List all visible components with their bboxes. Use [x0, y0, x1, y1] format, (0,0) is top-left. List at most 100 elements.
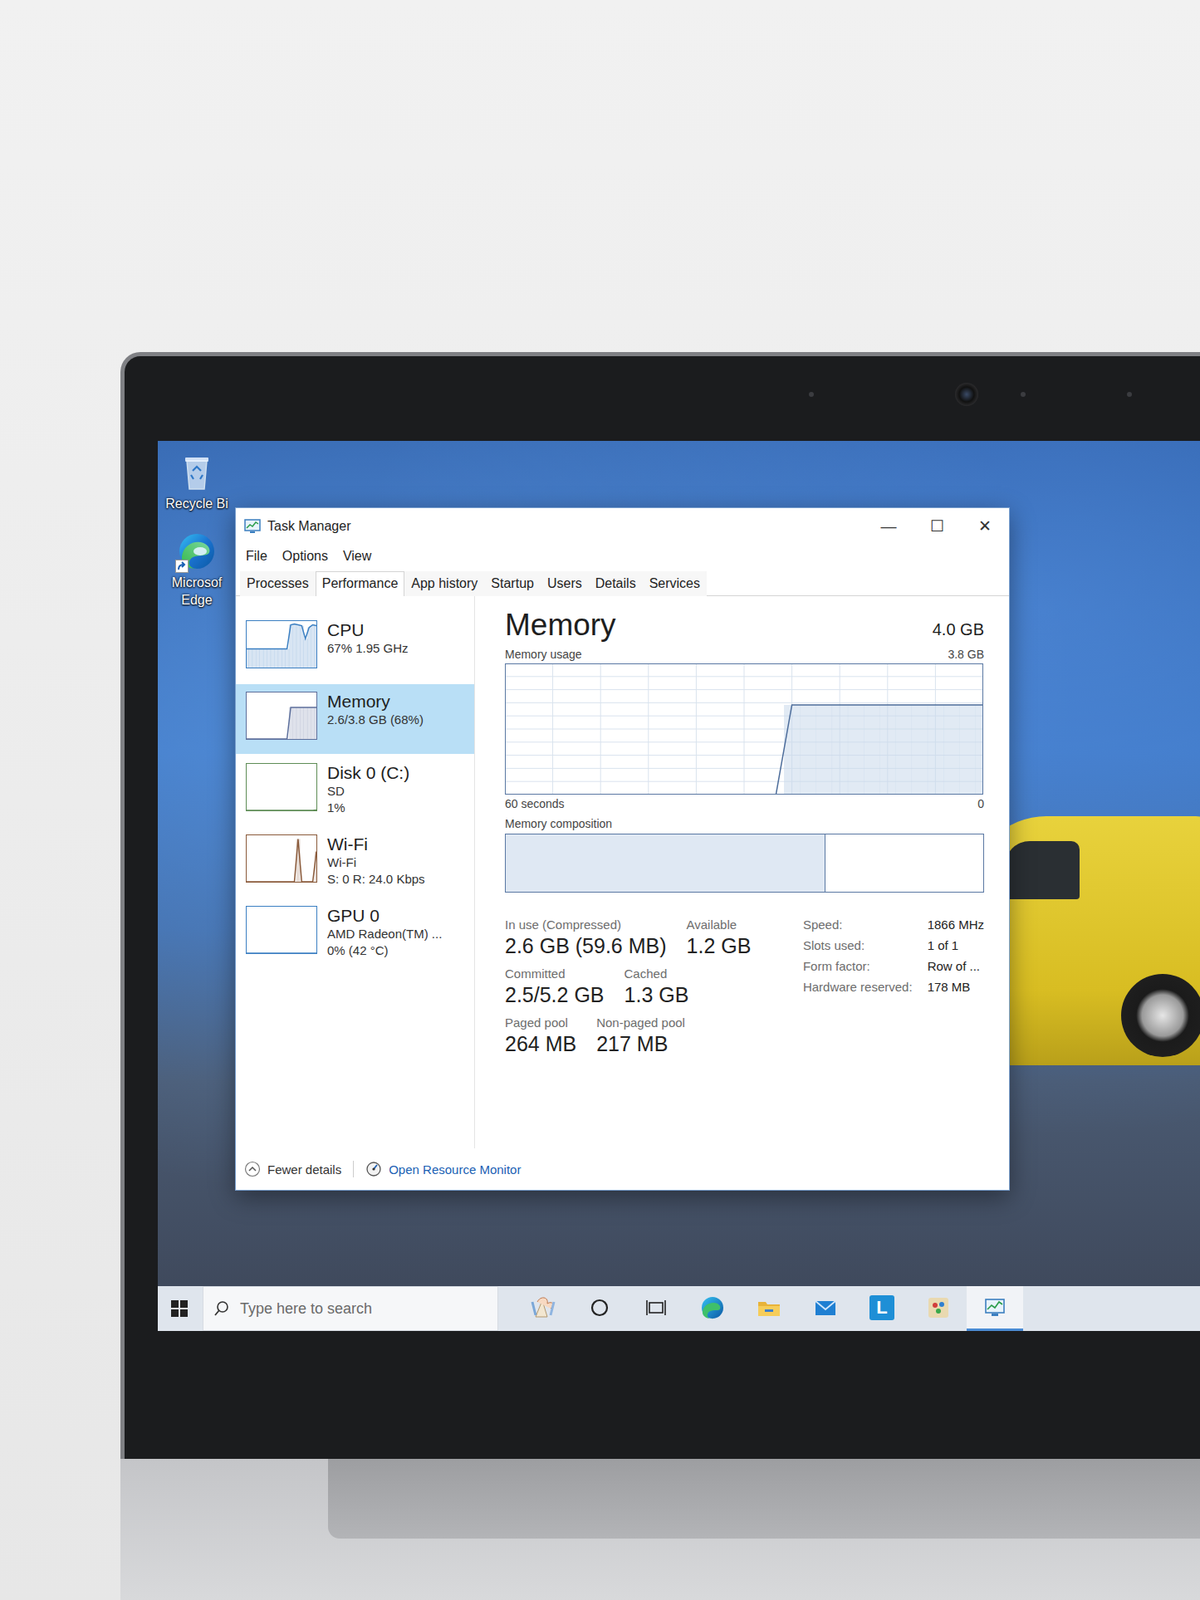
tab[interactable]: App history — [404, 571, 485, 597]
chevron-up-icon[interactable] — [244, 1160, 261, 1178]
separator — [352, 1160, 354, 1178]
stats-row: In use (Compressed) 2.6 GB (59.6 MB) Avail… — [504, 917, 751, 959]
desktop-label-line: Microsof — [171, 574, 222, 593]
thumbnail-point — [307, 627, 312, 668]
maximize-button[interactable]: ☐ — [912, 508, 961, 544]
paint-icon — [924, 1293, 953, 1323]
task-manager-icon — [244, 519, 261, 534]
thumbnail-point — [303, 638, 309, 668]
detail-value: 1 of 1 — [927, 938, 985, 953]
screen: Recycle BiMicrosofEdgeTask Manager—☐✕Fil… — [157, 440, 1200, 1332]
detail-value: 1866 MHz — [927, 917, 985, 932]
tab[interactable]: Startup — [484, 571, 541, 597]
sidebar-item[interactable]: CPU67% 1.95 GHz — [235, 612, 475, 683]
usage-point — [895, 705, 912, 795]
stat-value: 264 MB — [504, 1032, 577, 1057]
desktop-label-line: Edge — [181, 592, 212, 610]
stat-label: Cached — [624, 966, 690, 981]
recycle-bin-holder — [176, 452, 217, 493]
desktop-label-line: Recycle Bi — [165, 495, 229, 514]
tab[interactable]: Users — [540, 571, 589, 597]
sidebar-item[interactable]: Disk 0 (C:)SD1% — [235, 755, 475, 826]
task-manager-window: Task Manager—☐✕FileOptionsViewProcessesP… — [235, 507, 1010, 1191]
detail-label: Hardware reserved: — [803, 979, 913, 995]
series-line — [246, 809, 317, 812]
edge-holder — [176, 531, 217, 572]
usage-point — [863, 705, 881, 795]
stats-row: Committed2.5/5.2 GBCached1.3 GB — [504, 966, 751, 1008]
memory-title: Memory — [504, 607, 617, 643]
sidebar-item-name: Wi-Fi — [327, 834, 426, 855]
start-button[interactable] — [157, 1286, 201, 1332]
usage-point — [815, 705, 833, 795]
menu-item[interactable]: Options — [275, 546, 335, 567]
sidebar-item[interactable]: Memory2.6/3.8 GB (68%) — [235, 684, 475, 755]
taskbar-app[interactable] — [627, 1286, 685, 1332]
stat-label: Paged pool — [504, 1015, 577, 1030]
search-highlight-icon — [528, 1293, 558, 1323]
thumbnail-point — [252, 649, 257, 668]
sidebar-item-detail: AMD Radeon(TM) ... — [327, 925, 442, 943]
usage-point — [879, 705, 897, 795]
sensor-dot — [1020, 391, 1026, 397]
sidebar-item-name: CPU — [327, 620, 409, 641]
sidebar-item[interactable]: GPU 0AMD Radeon(TM) ...0% (42 °C) — [235, 898, 475, 969]
usage-point — [783, 705, 801, 795]
grid-line — [504, 689, 984, 691]
series-line — [246, 707, 317, 740]
usage-label: Memory usage — [504, 647, 583, 662]
taskbar-app[interactable] — [740, 1286, 798, 1332]
minimize-button[interactable]: — — [864, 508, 913, 544]
thumbnail-point — [270, 649, 275, 668]
tab[interactable]: Performance — [315, 571, 406, 597]
stat-label: Available — [686, 917, 752, 932]
taskbar-app[interactable] — [797, 1286, 854, 1332]
desktop-icon-label: Recycle Bi — [165, 495, 229, 514]
composition-bar — [504, 833, 985, 893]
sidebar-item-text: Disk 0 (C:)SD1% — [327, 763, 410, 816]
stat-label: In use (Compressed) — [504, 917, 667, 932]
search-input[interactable] — [238, 1299, 498, 1319]
resource-monitor-link[interactable]: Open Resource Monitor — [388, 1162, 521, 1177]
detail-label: Speed: — [803, 917, 913, 932]
resource-sidebar: CPU67% 1.95 GHzMemory2.6/3.8 GB (68%) Dis… — [235, 596, 476, 1149]
resource-monitor-icon[interactable] — [365, 1160, 383, 1178]
desktop-icon[interactable]: Recycle Bi — [165, 452, 229, 514]
thumbnail-point — [296, 707, 301, 740]
stat-value: 2.6 GB (59.6 MB) — [504, 934, 667, 959]
stat: In use (Compressed) 2.6 GB (59.6 MB) — [504, 917, 667, 959]
desktop-icon[interactable]: MicrosofEdge — [171, 531, 222, 610]
taskbar-app[interactable] — [684, 1286, 741, 1332]
thumbnail-point — [278, 649, 283, 668]
tab[interactable]: Details — [588, 571, 643, 597]
hinge — [328, 1459, 1200, 1539]
usage-point — [959, 705, 976, 795]
taskbar-app[interactable]: L — [853, 1286, 911, 1332]
thumbnail-point — [314, 626, 318, 668]
usage-point — [911, 705, 929, 795]
tab[interactable]: Services — [642, 571, 707, 597]
menu-item[interactable]: View — [336, 546, 378, 567]
close-button[interactable]: ✕ — [960, 508, 1009, 544]
taskbar-search[interactable] — [202, 1286, 499, 1332]
resource-thumbnail-graph — [245, 906, 318, 955]
sidebar-item-text: Wi-FiWi-FiS: 0 R: 24.0 Kbps — [327, 834, 426, 887]
taskbar-app[interactable] — [966, 1286, 1024, 1332]
stat-value: 1.3 GB — [624, 983, 690, 1008]
tab[interactable]: Processes — [240, 571, 316, 597]
taskbar-app[interactable] — [571, 1286, 628, 1332]
sidebar-item-name: Memory — [327, 691, 424, 712]
recycle-bin-icon — [176, 452, 217, 493]
axis-end: 0 — [977, 797, 985, 811]
grid-line — [504, 702, 984, 704]
taskbar-app[interactable] — [910, 1286, 967, 1332]
fewer-details-button[interactable]: Fewer details — [267, 1162, 342, 1177]
memory-details: Speed:1866 MHzSlots used:1 of 1Form fact… — [803, 917, 985, 1057]
letter-app-icon: L — [869, 1295, 895, 1321]
grid-line — [504, 675, 984, 677]
sidebar-item[interactable]: Wi-FiWi-FiS: 0 R: 24.0 Kbps — [235, 827, 475, 897]
menu-item[interactable]: File — [239, 546, 275, 567]
sidebar-item-detail: 1% — [327, 799, 410, 817]
taskbar-app[interactable] — [514, 1286, 572, 1332]
webcam-icon — [955, 382, 979, 407]
